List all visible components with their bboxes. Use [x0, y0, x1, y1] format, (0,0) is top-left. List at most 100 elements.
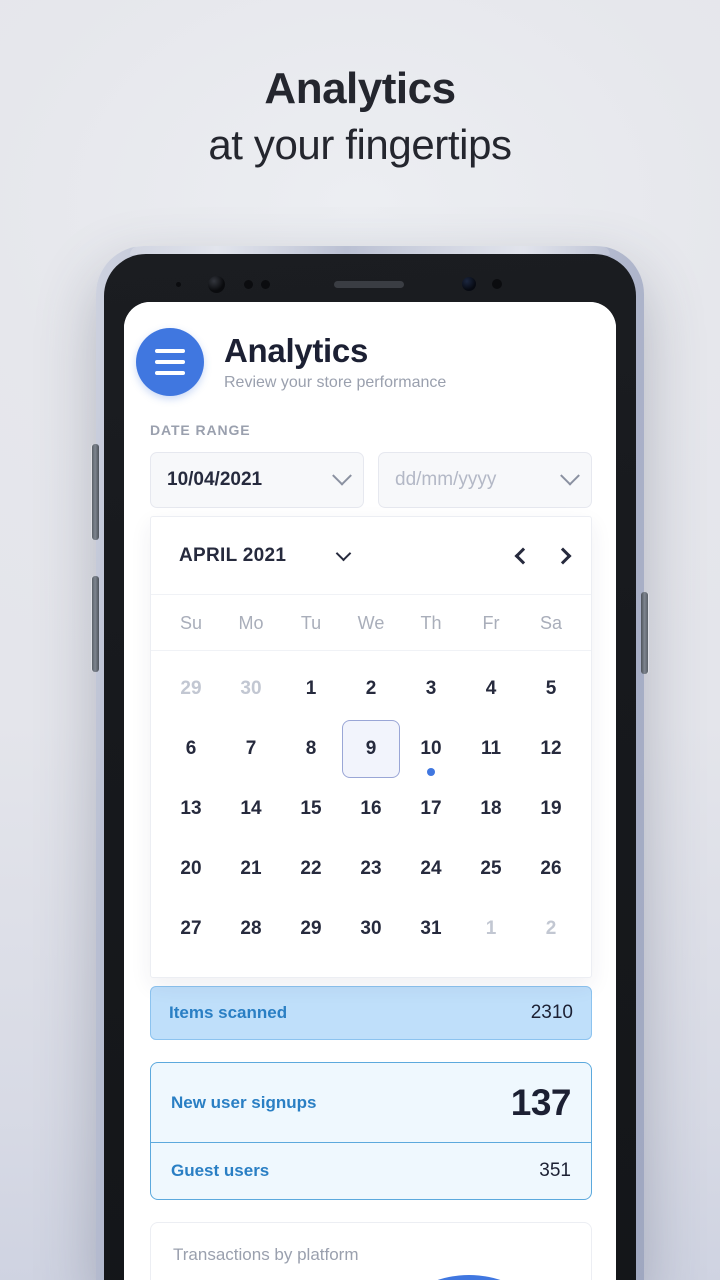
calendar-day-label: 8 — [305, 738, 317, 759]
weekday-label: Sa — [539, 613, 563, 633]
users-stat-card: New user signups 137 Guest users 351 — [150, 1062, 592, 1200]
calendar-day-label: 25 — [480, 858, 502, 879]
calendar-day-cell[interactable]: 27 — [161, 899, 221, 959]
calendar-day-cell[interactable]: 25 — [461, 839, 521, 899]
calendar-day-cell[interactable]: 22 — [281, 839, 341, 899]
stat-value: 137 — [510, 1081, 572, 1123]
stat-value: 351 — [539, 1160, 571, 1181]
calendar-day-label: 21 — [240, 858, 262, 879]
calendar-day-label: 15 — [300, 798, 322, 819]
hamburger-menu-icon[interactable] — [136, 328, 204, 396]
calendar-day-label: 2 — [365, 678, 377, 699]
menu-bar-2 — [155, 360, 185, 364]
calendar-day-cell[interactable]: 2 — [521, 899, 581, 959]
calendar-day-cell[interactable]: 24 — [401, 839, 461, 899]
calendar-day-cell[interactable]: 30 — [221, 659, 281, 719]
calendar-day-cell[interactable]: 21 — [221, 839, 281, 899]
calendar-day-cell[interactable]: 26 — [521, 839, 581, 899]
volume-up-button[interactable] — [92, 444, 99, 540]
calendar-day-cell[interactable]: 20 — [161, 839, 221, 899]
stat-row-guest-users[interactable]: Guest users 351 — [151, 1143, 591, 1199]
calendar-header: APRIL 2021 — [151, 517, 591, 595]
calendar-day-label: 9 — [342, 720, 400, 778]
calendar-day-cell[interactable]: 1 — [281, 659, 341, 719]
calendar-day-label: 4 — [485, 678, 497, 699]
promo-headline: Analytics at your fingertips — [0, 64, 720, 169]
calendar-day-cell[interactable]: 13 — [161, 779, 221, 839]
date-range-row: 10/04/2021 dd/mm/yyyy — [124, 438, 616, 508]
calendar-day-label: 26 — [540, 858, 562, 879]
chevron-down-icon[interactable] — [335, 545, 352, 561]
calendar-day-label: 24 — [420, 858, 442, 879]
calendar-day-cell[interactable]: 30 — [341, 899, 401, 959]
chevron-left-icon[interactable] — [514, 547, 532, 564]
light-sensor-icon — [261, 280, 270, 289]
end-date-field[interactable]: dd/mm/yyyy — [378, 452, 592, 508]
iris-scanner-icon — [462, 277, 476, 291]
calendar-day-label: 12 — [540, 738, 562, 759]
header-text-block: Analytics Review your store performance — [224, 332, 446, 393]
weekday-label: Tu — [300, 613, 322, 633]
calendar-day-cell[interactable]: 15 — [281, 779, 341, 839]
calendar-day-cell[interactable]: 19 — [521, 779, 581, 839]
calendar-day-label: 1 — [305, 678, 317, 699]
calendar-day-label: 22 — [300, 858, 322, 879]
phone-screen: Analytics Review your store performance … — [124, 302, 616, 1280]
calendar-day-cell[interactable]: 29 — [161, 659, 221, 719]
calendar-day-cell[interactable]: 7 — [221, 719, 281, 779]
chevron-right-icon[interactable] — [554, 547, 572, 564]
stat-row-new-user-signups[interactable]: New user signups 137 — [151, 1063, 591, 1143]
weekday-label: Fr — [482, 613, 500, 633]
calendar-month-label: APRIL 2021 — [179, 544, 287, 566]
calendar-day-label: 29 — [180, 678, 202, 699]
proximity-sensor-icon — [244, 280, 253, 289]
transactions-by-platform-card: Transactions by platform — [150, 1222, 592, 1280]
calendar-day-cell[interactable]: 10 — [401, 719, 461, 779]
volume-down-button[interactable] — [92, 576, 99, 672]
calendar-day-cell[interactable]: 9 — [341, 719, 401, 779]
calendar-day-cell[interactable]: 14 — [221, 779, 281, 839]
stats-section: Items scanned 2310 New user signups 137 … — [124, 986, 616, 1280]
calendar-day-label: 1 — [485, 918, 497, 939]
calendar-day-cell[interactable]: 1 — [461, 899, 521, 959]
stat-row-items-scanned[interactable]: Items scanned 2310 — [150, 986, 592, 1040]
app-header: Analytics Review your store performance — [124, 302, 616, 396]
calendar-day-cell[interactable]: 28 — [221, 899, 281, 959]
stat-label: Guest users — [171, 1161, 270, 1180]
menu-bar-1 — [155, 349, 185, 353]
menu-bar-3 — [155, 371, 185, 375]
calendar-day-cell[interactable]: 12 — [521, 719, 581, 779]
card-title: Transactions by platform — [173, 1245, 359, 1264]
end-date-placeholder: dd/mm/yyyy — [395, 469, 497, 490]
calendar-day-cell[interactable]: 2 — [341, 659, 401, 719]
calendar-day-cell[interactable]: 31 — [401, 899, 461, 959]
calendar-day-cell[interactable]: 17 — [401, 779, 461, 839]
calendar-day-cell[interactable]: 4 — [461, 659, 521, 719]
weekday-label: Su — [179, 613, 203, 633]
weekday-label: Mo — [238, 613, 264, 633]
calendar-day-label: 17 — [420, 798, 442, 819]
calendar-day-marker-dot-icon — [427, 768, 435, 776]
calendar-day-cell[interactable]: 3 — [401, 659, 461, 719]
phone-mockup: Analytics Review your store performance … — [92, 246, 648, 1280]
calendar-day-cell[interactable]: 29 — [281, 899, 341, 959]
sensor-dot-icon — [176, 282, 181, 287]
front-camera-icon — [208, 276, 225, 293]
calendar-day-cell[interactable]: 5 — [521, 659, 581, 719]
calendar-day-cell[interactable]: 8 — [281, 719, 341, 779]
calendar-day-label: 7 — [245, 738, 257, 759]
calendar-day-label: 30 — [240, 678, 262, 699]
chevron-down-icon[interactable] — [332, 465, 352, 486]
power-button[interactable] — [641, 592, 648, 674]
analytics-app: Analytics Review your store performance … — [124, 302, 616, 1280]
start-date-value: 10/04/2021 — [167, 469, 263, 490]
calendar-nav — [514, 547, 572, 564]
calendar-day-cell[interactable]: 6 — [161, 719, 221, 779]
calendar-day-cell[interactable]: 16 — [341, 779, 401, 839]
calendar-day-cell[interactable]: 11 — [461, 719, 521, 779]
calendar-day-cell[interactable]: 23 — [341, 839, 401, 899]
phone-bezel: Analytics Review your store performance … — [104, 254, 636, 1280]
start-date-field[interactable]: 10/04/2021 — [150, 452, 364, 508]
chevron-down-icon[interactable] — [560, 465, 580, 486]
calendar-day-cell[interactable]: 18 — [461, 779, 521, 839]
